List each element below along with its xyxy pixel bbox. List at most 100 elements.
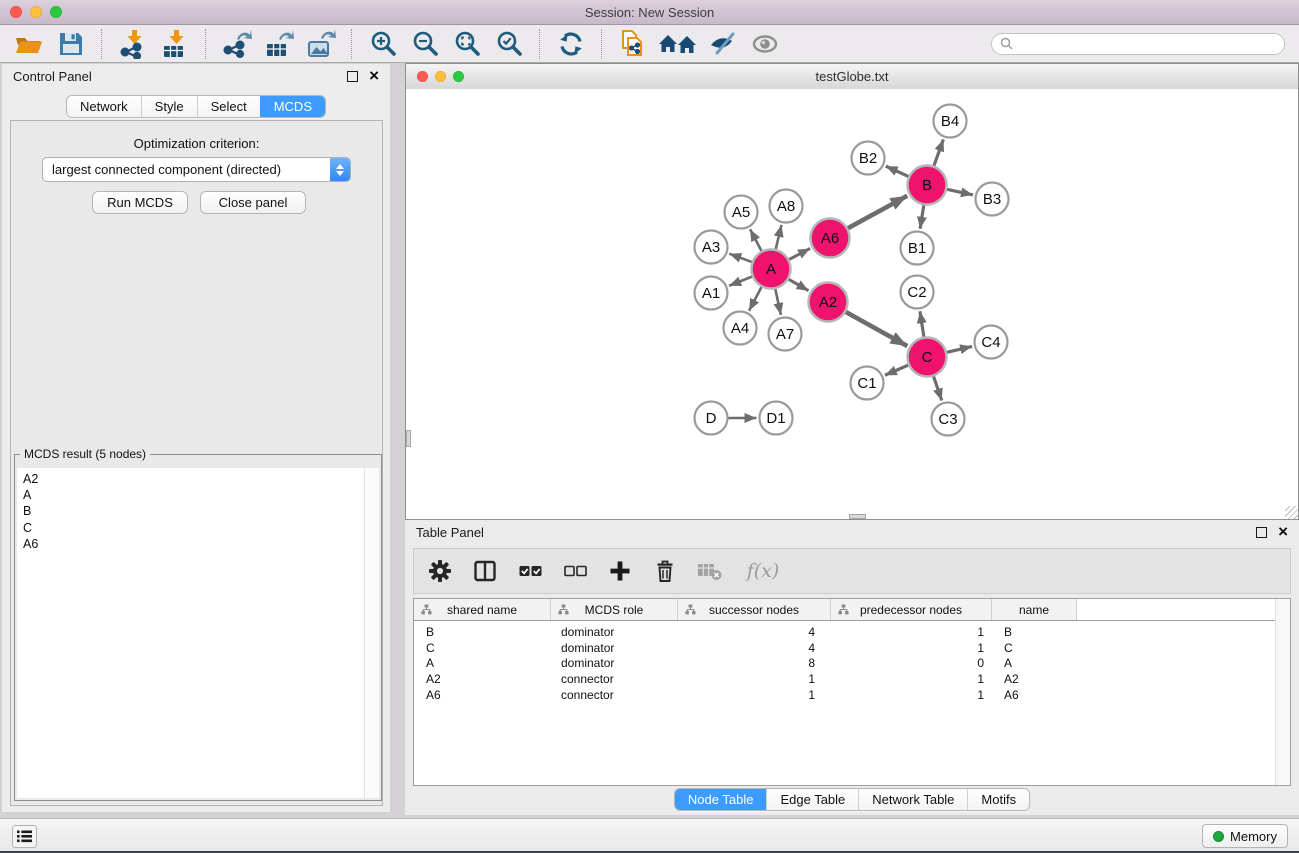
select-all-columns-button[interactable] [517,558,543,584]
network-canvas[interactable]: B4B2BB3B1A5A8A6A3AA1A2A4A7C2C4CC1C3DD1 [406,89,1298,519]
graph-node-C1[interactable]: C1 [851,367,884,400]
mcds-result-item[interactable]: C [23,520,364,536]
graph-edge-A-A2[interactable] [789,279,809,290]
result-list-scrollbar[interactable] [364,468,379,798]
import-table-button[interactable] [156,28,194,60]
toggle-view-button[interactable] [746,28,784,60]
graph-edge-A-A7[interactable] [775,289,781,315]
save-session-button[interactable] [52,28,90,60]
table-cell[interactable]: connector [551,672,678,686]
search-field[interactable] [991,33,1285,55]
table-cell[interactable]: C [992,641,1077,655]
table-cell[interactable]: 0 [831,656,992,670]
graph-node-A3[interactable]: A3 [695,231,728,264]
zoom-out-button[interactable] [406,28,444,60]
graph-node-A5[interactable]: A5 [725,196,758,229]
criterion-select[interactable]: largest connected component (directed) [42,157,351,182]
clone-network-button[interactable] [614,28,652,60]
search-input[interactable] [1018,36,1276,52]
graph-node-A8[interactable]: A8 [770,190,803,223]
zoom-fit-button[interactable] [448,28,486,60]
table-cell[interactable]: A [992,656,1077,670]
graph-edge-C-C2[interactable] [920,311,924,336]
table-row[interactable]: Bdominator41B [414,624,1290,640]
minimize-window-icon[interactable] [30,6,42,18]
tab-network[interactable]: Network [67,96,141,117]
apply-layout-button[interactable] [552,28,590,60]
graph-edge-A-A8[interactable] [776,225,782,249]
deselect-all-columns-button[interactable] [562,558,588,584]
delete-column-button[interactable] [652,558,678,584]
table-row[interactable]: Cdominator41C [414,640,1290,656]
table-cell[interactable]: B [414,625,551,639]
export-table-button[interactable] [260,28,298,60]
graph-node-D[interactable]: D [695,402,728,435]
column-header-mcds-role[interactable]: MCDS role [551,599,678,620]
import-network-button[interactable] [114,28,152,60]
zoom-selected-button[interactable] [490,28,528,60]
export-image-button[interactable] [302,28,340,60]
show-hide-graphics-button[interactable] [704,28,742,60]
export-network-button[interactable] [218,28,256,60]
table-row[interactable]: A2connector11A2 [414,671,1290,687]
graph-edge-B-B2[interactable] [886,166,909,176]
table-cell[interactable]: B [992,625,1077,639]
splitter-handle-left[interactable] [406,430,411,447]
graph-edge-A-A5[interactable] [750,229,761,251]
table-cell[interactable]: C [414,641,551,655]
column-manager-button[interactable] [472,558,498,584]
close-panel-icon[interactable]: × [369,69,379,83]
run-mcds-button[interactable]: Run MCDS [92,191,188,214]
column-header-successor-nodes[interactable]: successor nodes [678,599,831,620]
memory-button[interactable]: Memory [1202,824,1288,848]
graph-edge-A-A6[interactable] [789,248,810,259]
table-cell[interactable]: 1 [678,672,831,686]
minimize-view-icon[interactable] [435,71,446,82]
graph-edge-A2-C[interactable] [846,312,907,346]
home-button[interactable] [656,28,700,60]
graph-node-C3[interactable]: C3 [932,403,965,436]
network-window-titlebar[interactable]: testGlobe.txt [406,64,1298,90]
graph-node-A7[interactable]: A7 [769,318,802,351]
open-session-button[interactable] [10,28,48,60]
mcds-result-list[interactable]: A2ABCA6 [17,468,364,798]
table-row[interactable]: A6connector11A6 [414,687,1290,703]
table-cell[interactable]: 1 [831,672,992,686]
delete-table-button[interactable] [697,558,723,584]
graph-edge-B-B1[interactable] [920,205,924,228]
table-cell[interactable]: 1 [831,625,992,639]
table-cell[interactable]: dominator [551,656,678,670]
tab-network-table[interactable]: Network Table [858,789,967,810]
graph-node-D1[interactable]: D1 [760,402,793,435]
tab-mcds[interactable]: MCDS [260,96,325,117]
table-cell[interactable]: connector [551,688,678,702]
tab-node-table[interactable]: Node Table [675,789,767,810]
graph-edge-A6-B[interactable] [848,196,907,228]
mcds-result-item[interactable]: A2 [23,471,364,487]
graph-node-B3[interactable]: B3 [976,183,1009,216]
table-cell[interactable]: A6 [992,688,1077,702]
table-cell[interactable]: dominator [551,625,678,639]
column-header-predecessor-nodes[interactable]: predecessor nodes [831,599,992,620]
graph-edge-C-C4[interactable] [947,346,972,352]
maximize-window-icon[interactable] [50,6,62,18]
column-header-name[interactable]: name [992,599,1077,620]
close-table-panel-icon[interactable]: × [1278,525,1288,539]
table-cell[interactable]: A [414,656,551,670]
graph-node-A[interactable]: A [752,250,791,289]
graph-node-C[interactable]: C [908,338,947,377]
graph-edge-A-A4[interactable] [749,287,761,311]
zoom-in-button[interactable] [364,28,402,60]
splitter-handle-bottom[interactable] [849,514,866,519]
table-cell[interactable]: 4 [678,641,831,655]
mcds-result-item[interactable]: B [23,503,364,519]
graph-node-B[interactable]: B [908,166,947,205]
graph-edge-A-A3[interactable] [729,254,751,262]
close-view-icon[interactable] [417,71,428,82]
mcds-result-item[interactable]: A6 [23,536,364,552]
table-cell[interactable]: 1 [678,688,831,702]
graph-node-A6[interactable]: A6 [811,219,850,258]
table-row[interactable]: Adominator80A [414,656,1290,672]
table-cell[interactable]: 1 [831,688,992,702]
network-graph[interactable]: B4B2BB3B1A5A8A6A3AA1A2A4A7C2C4CC1C3DD1 [406,89,1298,519]
